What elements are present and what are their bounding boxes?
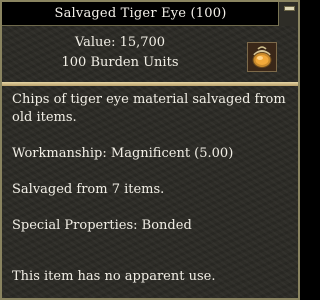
- item-burden: 100 Burden Units: [61, 55, 179, 70]
- description-summary: Chips of tiger eye material salvaged fro…: [12, 92, 286, 125]
- minimize-button[interactable]: [278, 2, 298, 26]
- item-header: Value: 15,700 100 Burden Units: [2, 26, 298, 80]
- item-use-text: This item has no apparent use.: [12, 269, 216, 284]
- header-divider: [2, 82, 298, 86]
- item-description: Chips of tiger eye material salvaged fro…: [12, 91, 290, 235]
- window-title: Salvaged Tiger Eye (100): [2, 2, 280, 26]
- special-properties-text: Special Properties: Bonded: [12, 218, 192, 233]
- salvaged-from-text: Salvaged from 7 items.: [12, 182, 165, 197]
- item-value: Value: 15,700: [74, 35, 166, 50]
- workmanship-text: Workmanship: Magnificent (5.00): [12, 146, 234, 161]
- minimize-icon: [284, 6, 295, 11]
- item-examine-window: Salvaged Tiger Eye (100) Value: 15,700 1…: [0, 0, 300, 300]
- salvage-bag-icon: [247, 42, 277, 72]
